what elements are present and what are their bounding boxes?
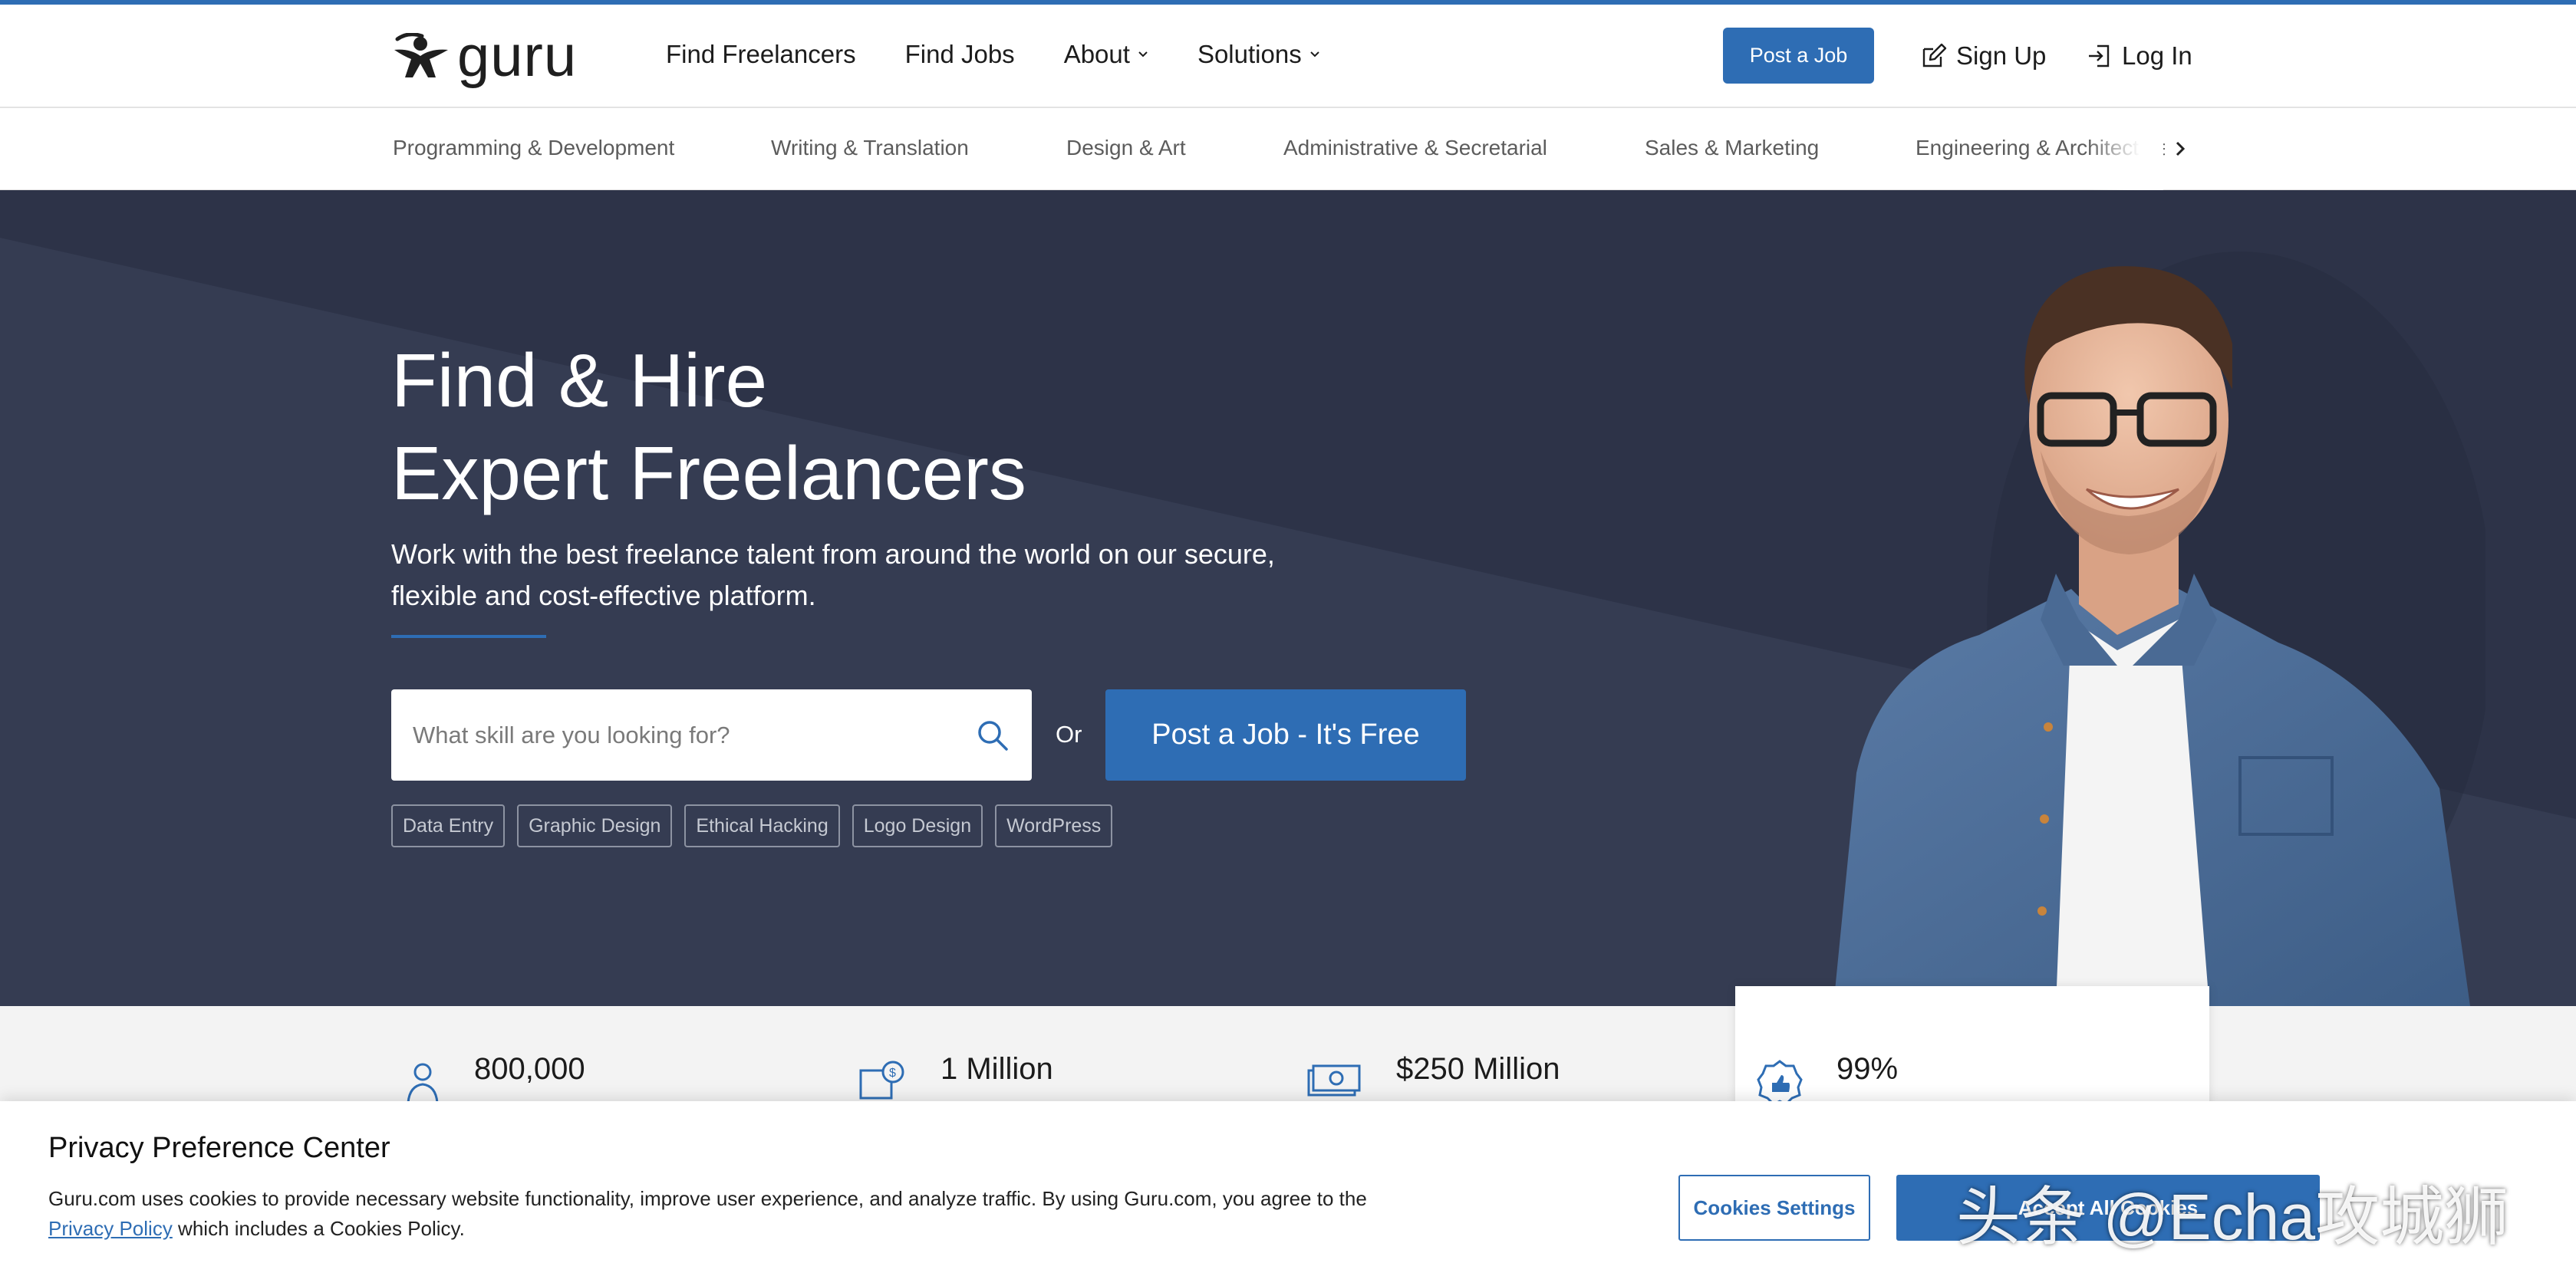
stat-value: 1 Million bbox=[940, 1052, 1053, 1086]
money-icon bbox=[1307, 1064, 1361, 1097]
skill-tag[interactable]: WordPress bbox=[995, 804, 1113, 847]
guru-logo[interactable]: guru bbox=[391, 24, 578, 89]
hero-person-image bbox=[1833, 252, 2485, 1006]
skill-tag[interactable]: Data Entry bbox=[391, 804, 506, 847]
skill-search-box bbox=[391, 689, 1032, 781]
nav-find-jobs[interactable]: Find Jobs bbox=[905, 40, 1015, 69]
cookie-text-part: which includes a Cookies Policy. bbox=[172, 1217, 465, 1240]
hero-title-line-1: Find & Hire bbox=[391, 338, 768, 423]
logo-text: guru bbox=[457, 24, 578, 89]
category-scroll-right-button[interactable] bbox=[2165, 117, 2196, 180]
search-icon[interactable] bbox=[976, 719, 1010, 752]
stat-invoices: $ 1 Million bbox=[858, 1052, 1053, 1103]
category-writing[interactable]: Writing & Translation bbox=[771, 136, 969, 160]
stat-value: $250 Million bbox=[1396, 1052, 1560, 1086]
hero-subtitle: Work with the best freelance talent from… bbox=[391, 538, 1275, 611]
sign-up-label: Sign Up bbox=[1956, 41, 2047, 70]
nav-label: Find Jobs bbox=[904, 40, 1015, 68]
skill-tag[interactable]: Graphic Design bbox=[517, 804, 673, 847]
guru-logo-icon bbox=[394, 33, 448, 77]
hero-divider bbox=[391, 635, 546, 638]
nav-about[interactable]: About bbox=[1064, 40, 1148, 69]
log-in-label: Log In bbox=[2122, 41, 2192, 70]
category-fade bbox=[2087, 108, 2163, 190]
privacy-policy-link[interactable]: Privacy Policy bbox=[48, 1217, 173, 1240]
chevron-right-icon bbox=[2176, 141, 2186, 156]
hero-title: Find & Hire Expert Freelancers bbox=[391, 334, 1026, 520]
or-label: Or bbox=[1056, 721, 1082, 748]
skill-tag[interactable]: Ethical Hacking bbox=[684, 804, 840, 847]
svg-text:$: $ bbox=[889, 1067, 896, 1080]
skill-tag[interactable]: Logo Design bbox=[852, 804, 983, 847]
login-icon bbox=[2089, 44, 2110, 67]
chevron-down-icon bbox=[1309, 51, 1319, 58]
main-nav: Find Freelancers Find Jobs About Solutio… bbox=[666, 40, 1369, 69]
nav-label: Solutions bbox=[1197, 40, 1302, 68]
invoice-icon: $ bbox=[859, 1061, 904, 1100]
category-bar: Programming & Development Writing & Tran… bbox=[0, 108, 2576, 190]
log-in-link[interactable]: Log In bbox=[2087, 41, 2192, 71]
header-post-job-button[interactable]: Post a Job bbox=[1723, 28, 1874, 84]
nav-label: Find Freelancers bbox=[666, 40, 856, 68]
sign-up-link[interactable]: Sign Up bbox=[1921, 41, 2046, 71]
cookie-text-part: Guru.com uses cookies to provide necessa… bbox=[48, 1187, 1367, 1210]
chevron-down-icon bbox=[1138, 51, 1148, 58]
hero-section: Find & Hire Expert Freelancers Work with … bbox=[0, 190, 2576, 1006]
stat-freelancers: 800,000 bbox=[405, 1052, 585, 1106]
skill-search-input[interactable] bbox=[391, 689, 959, 781]
hero-post-job-button[interactable]: Post a Job - It's Free bbox=[1105, 689, 1466, 781]
category-sales[interactable]: Sales & Marketing bbox=[1645, 136, 1819, 160]
cookies-settings-button[interactable]: Cookies Settings bbox=[1678, 1175, 1870, 1241]
stat-satisfaction: 99% bbox=[1757, 1052, 1898, 1106]
site-header: guru Find Freelancers Find Jobs About So… bbox=[0, 5, 2576, 108]
watermark-text: 头条 @Echa攻城狮 bbox=[1956, 1181, 2509, 1253]
nav-solutions[interactable]: Solutions bbox=[1197, 40, 1320, 69]
cookie-description: Guru.com uses cookies to provide necessa… bbox=[48, 1184, 1368, 1244]
hero-title-line-2: Expert Freelancers bbox=[391, 431, 1026, 515]
stat-paid: $250 Million bbox=[1306, 1052, 1560, 1098]
edit-icon bbox=[1922, 43, 1947, 67]
category-design[interactable]: Design & Art bbox=[1066, 136, 1186, 160]
nav-find-freelancers[interactable]: Find Freelancers bbox=[666, 40, 856, 69]
stat-value: 800,000 bbox=[474, 1052, 585, 1086]
category-administrative[interactable]: Administrative & Secretarial bbox=[1283, 136, 1547, 160]
cookie-title: Privacy Preference Center bbox=[48, 1132, 390, 1164]
freelancer-icon bbox=[407, 1063, 439, 1103]
nav-label: About bbox=[1063, 40, 1130, 68]
popular-skill-tags: Data Entry Graphic Design Ethical Hackin… bbox=[391, 804, 1125, 847]
stat-value: 99% bbox=[1836, 1052, 1899, 1086]
category-programming[interactable]: Programming & Development bbox=[393, 136, 674, 160]
thumbs-up-badge-icon bbox=[1757, 1060, 1803, 1106]
